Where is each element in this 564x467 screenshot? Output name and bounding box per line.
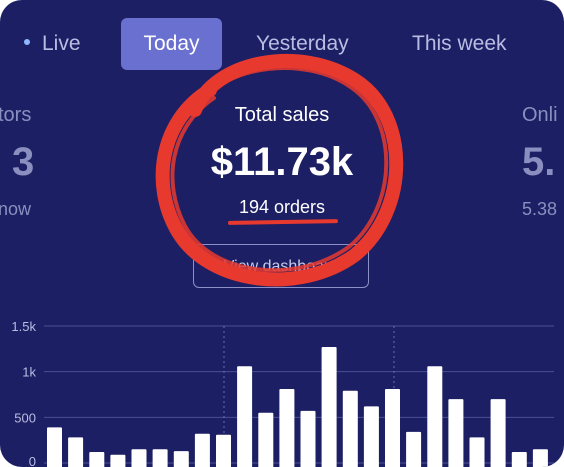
bar[interactable] — [321, 347, 337, 467]
bar[interactable] — [363, 406, 379, 467]
bar[interactable] — [342, 390, 358, 467]
bar[interactable] — [448, 399, 464, 467]
bar[interactable] — [194, 433, 210, 467]
bar[interactable] — [279, 389, 295, 467]
bar[interactable] — [131, 449, 147, 467]
bar[interactable] — [406, 431, 422, 467]
bar[interactable] — [89, 452, 105, 467]
bar[interactable] — [173, 451, 189, 467]
bar[interactable] — [47, 427, 62, 467]
bar[interactable] — [68, 437, 84, 467]
bar[interactable] — [237, 366, 253, 467]
bar[interactable] — [258, 412, 274, 467]
y-tick-label: 1k — [22, 365, 36, 380]
bar[interactable] — [427, 366, 443, 467]
y-tick-label: 500 — [14, 410, 36, 425]
sales-bar-chart: 1.5k 1k 500 0 — [11, 319, 554, 467]
bar[interactable] — [511, 452, 527, 467]
bar[interactable] — [110, 454, 126, 467]
bar[interactable] — [490, 399, 506, 467]
sales-dashboard-card: Live Today Yesterday This week tors 3 no… — [0, 0, 564, 467]
bar[interactable] — [152, 449, 168, 467]
y-tick-label: 0 — [29, 454, 36, 467]
bar[interactable] — [385, 389, 400, 467]
bar[interactable] — [216, 434, 231, 467]
y-tick-label: 1.5k — [11, 319, 36, 334]
bar[interactable] — [532, 449, 548, 467]
bar[interactable] — [469, 437, 485, 467]
bar[interactable] — [300, 410, 316, 467]
